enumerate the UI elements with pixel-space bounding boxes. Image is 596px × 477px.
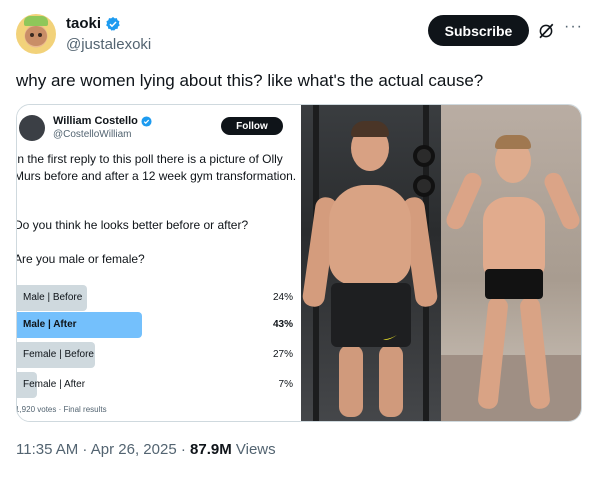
person-trunks: [485, 269, 543, 299]
views-count: 87.9M: [190, 441, 232, 458]
views-label: Views: [231, 441, 276, 458]
poll-option-label: Male | After: [23, 319, 77, 330]
tweet-text: why are women lying about this? like wha…: [16, 71, 484, 90]
meta-separator: ·: [176, 441, 191, 458]
poll-results-summary: 1,920 votes · Final results: [17, 405, 107, 414]
quoted-author-display-name: William Costello: [53, 115, 138, 127]
person-hair: [495, 135, 531, 149]
person-hair: [351, 121, 389, 137]
tweet-meta: 11:35 AM · Apr 26, 2025 · 87.9M Views: [16, 441, 276, 458]
quoted-poll-screenshot[interactable]: William Costello @CostelloWilliam Follow…: [17, 105, 301, 421]
poll-option: Male | Before 24%: [17, 285, 301, 311]
quoted-author-name-row: William Costello: [53, 115, 152, 127]
avatar-eye: [30, 33, 34, 37]
poll-option-label: Female | Before: [23, 349, 94, 360]
author-handle[interactable]: @justalexoki: [66, 36, 151, 53]
verified-badge-icon: [141, 115, 152, 127]
poll-option-percent: 24%: [272, 292, 293, 303]
author-name-row: taoki: [66, 15, 121, 32]
person-leg: [379, 345, 403, 417]
poll-option: Male | After 43%: [17, 312, 301, 338]
person-leg: [339, 345, 363, 417]
poll-option-percent: 27%: [272, 349, 293, 360]
tweet-timestamp[interactable]: 11:35 AM · Apr 26, 2025: [16, 441, 177, 458]
quoted-paragraph: Are you male or female?: [17, 252, 145, 266]
tweet-header: taoki @justalexoki Subscribe ···: [16, 12, 584, 56]
poll-option-percent: 43%: [272, 319, 293, 330]
avatar-face: [25, 26, 47, 46]
quoted-author-handle: @CostelloWilliam: [53, 129, 132, 140]
poll-option-label: Female | After: [23, 379, 86, 390]
quoted-paragraph: In the first reply to this poll there is…: [17, 152, 297, 183]
verified-badge-icon: [106, 16, 120, 31]
avatar-crown: [24, 16, 48, 26]
person-torso: [483, 197, 545, 279]
person-torso: [329, 185, 411, 285]
tweet-media[interactable]: William Costello @CostelloWilliam Follow…: [16, 104, 582, 422]
author-display-name[interactable]: taoki: [66, 15, 101, 32]
more-icon[interactable]: ···: [564, 18, 583, 36]
avatar-eye: [38, 33, 42, 37]
before-photo[interactable]: [301, 105, 441, 421]
bathroom-floor: [441, 355, 581, 421]
subscribe-button[interactable]: Subscribe: [428, 15, 529, 46]
person-arm: [541, 169, 581, 233]
author-avatar[interactable]: [16, 14, 56, 54]
after-photo[interactable]: [441, 105, 581, 421]
poll-option: Female | Before 27%: [17, 342, 301, 368]
quoted-author-avatar: [19, 115, 45, 141]
person-arm: [443, 169, 485, 233]
poll-option: Female | After 7%: [17, 372, 301, 398]
grok-icon[interactable]: [537, 22, 555, 40]
poll-option-label: Male | Before: [23, 292, 83, 303]
follow-button: Follow: [221, 117, 283, 135]
poll-option-percent: 7%: [278, 379, 293, 390]
weight-plate: [413, 145, 435, 167]
person-shorts: [331, 283, 411, 347]
nike-swoosh-icon: [383, 335, 397, 340]
quoted-paragraph: Do you think he looks better before or a…: [17, 218, 249, 232]
weight-plate: [413, 175, 435, 197]
